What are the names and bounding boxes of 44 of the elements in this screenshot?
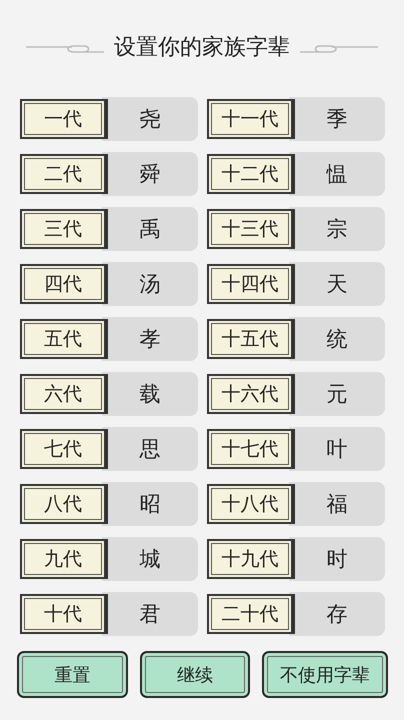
action-button[interactable]: 继续 [140,651,250,698]
generation-label: 十一代 [207,99,293,139]
generation-label: 七代 [20,429,106,469]
generation-label: 四代 [20,264,106,304]
name-field[interactable]: 汤 [102,262,198,306]
page-title: 设置你的家族字辈 [113,34,291,62]
generation-label: 二代 [20,154,106,194]
name-field[interactable]: 统 [289,317,385,361]
generation-label: 十二代 [207,154,293,194]
generation-label: 十九代 [207,539,293,579]
name-field[interactable]: 存 [289,592,385,636]
generation-label: 九代 [20,539,106,579]
name-field[interactable]: 昭 [102,482,198,526]
name-field[interactable]: 叶 [289,427,385,471]
name-field[interactable]: 季 [289,97,385,141]
name-field[interactable]: 尧 [102,97,198,141]
generation-label: 六代 [20,374,106,414]
generation-label: 二十代 [207,594,293,634]
generation-label: 十六代 [207,374,293,414]
generation-label: 一代 [20,99,106,139]
generation-label: 十七代 [207,429,293,469]
name-field[interactable]: 舜 [102,152,198,196]
name-field[interactable]: 时 [289,537,385,581]
generation-label: 十五代 [207,319,293,359]
name-field[interactable]: 福 [289,482,385,526]
generation-label: 五代 [20,319,106,359]
generation-label: 三代 [20,209,106,249]
generation-label: 十四代 [207,264,293,304]
action-button[interactable]: 不使用字辈 [262,651,388,698]
name-field[interactable]: 宗 [289,207,385,251]
name-field[interactable]: 禹 [102,207,198,251]
generation-label: 十代 [20,594,106,634]
name-field[interactable]: 天 [289,262,385,306]
name-field[interactable]: 君 [102,592,198,636]
generation-label: 十八代 [207,484,293,524]
name-field[interactable]: 孝 [102,317,198,361]
name-field[interactable]: 思 [102,427,198,471]
generation-label: 八代 [20,484,106,524]
name-field[interactable]: 元 [289,372,385,416]
generation-label: 十三代 [207,209,293,249]
action-button[interactable]: 重置 [17,651,128,698]
name-field[interactable]: 城 [102,537,198,581]
name-field[interactable]: 愠 [289,152,385,196]
name-field[interactable]: 载 [102,372,198,416]
